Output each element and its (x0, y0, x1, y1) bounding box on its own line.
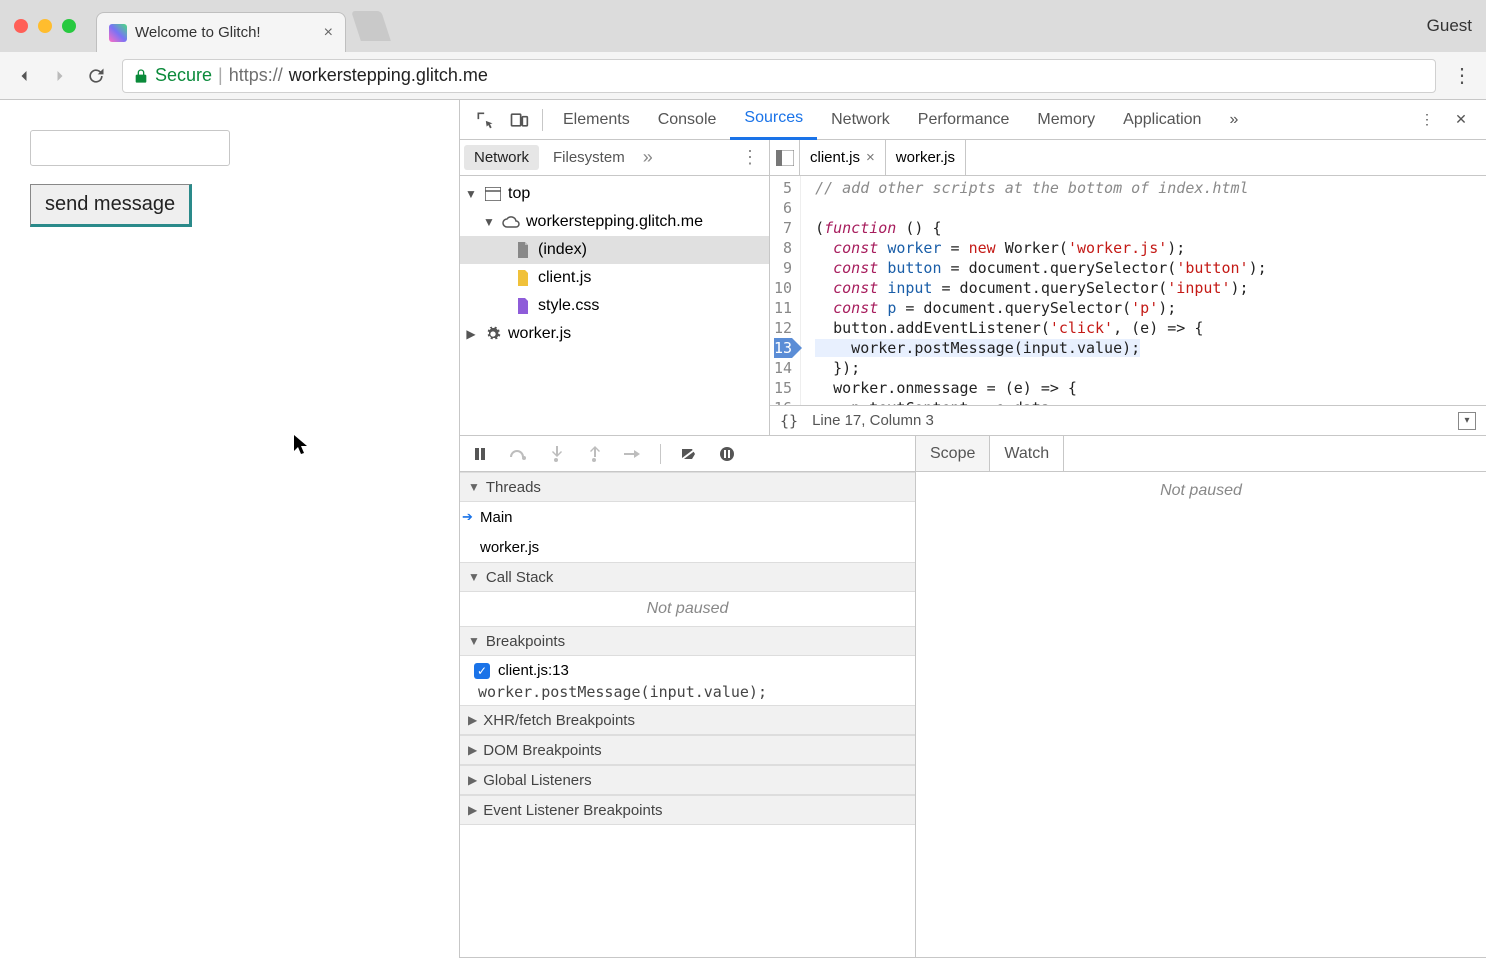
step-button[interactable] (622, 444, 642, 464)
sources-navigator: Network Filesystem » ⋮ ▼ top ▼ workerste… (460, 140, 770, 435)
browser-tab[interactable]: Welcome to Glitch! × (96, 12, 346, 52)
devtools-close-button[interactable]: ✕ (1444, 103, 1478, 137)
url-host: workerstepping.glitch.me (289, 65, 488, 86)
window-controls (0, 19, 90, 33)
maximize-window-button[interactable] (62, 19, 76, 33)
step-over-button[interactable] (508, 444, 528, 464)
favicon-icon (109, 24, 127, 42)
device-toolbar-button[interactable] (502, 103, 536, 137)
navigator-tab-filesystem[interactable]: Filesystem (543, 145, 635, 170)
devtools-panel: Elements Console Sources Network Perform… (460, 100, 1486, 958)
devtools-menu-button[interactable]: ⋮ (1410, 103, 1444, 137)
section-event-listener-breakpoints[interactable]: ▶Event Listener Breakpoints (460, 795, 915, 825)
tabs-overflow-button[interactable]: » (1215, 100, 1252, 140)
section-callstack[interactable]: ▼Call Stack (460, 562, 915, 592)
cursor-icon (294, 435, 310, 455)
source-editor: client.js × worker.js 567891011121314151… (770, 140, 1486, 435)
section-global-listeners[interactable]: ▶Global Listeners (460, 765, 915, 795)
editor-tab-label: worker.js (896, 149, 955, 166)
tab-elements[interactable]: Elements (549, 100, 644, 140)
tab-close-icon[interactable]: × (324, 24, 333, 42)
forward-button[interactable] (50, 66, 70, 86)
close-window-button[interactable] (14, 19, 28, 33)
file-icon (514, 241, 532, 259)
file-label: (index) (538, 241, 587, 259)
breakpoint-label: client.js:13 (498, 662, 569, 679)
scope-tab[interactable]: Scope (916, 436, 990, 471)
breakpoint-code: worker.postMessage(input.value); (474, 679, 907, 701)
gear-icon (484, 325, 502, 343)
tab-console[interactable]: Console (644, 100, 731, 140)
scope-panel: Scope Watch Not paused (916, 436, 1486, 957)
coverage-toggle-button[interactable]: ▾ (1458, 412, 1476, 430)
step-into-button[interactable] (546, 444, 566, 464)
frame-icon (484, 185, 502, 203)
scope-not-paused: Not paused (916, 472, 1486, 957)
send-message-button[interactable]: send message (30, 184, 192, 227)
editor-tab-label: client.js (810, 149, 860, 166)
page-viewport: send message (0, 100, 460, 958)
file-label: client.js (538, 269, 591, 287)
tab-application[interactable]: Application (1109, 100, 1215, 140)
code-area[interactable]: 56789101112131415161718 // add other scr… (770, 176, 1486, 405)
tab-network[interactable]: Network (817, 100, 904, 140)
inspect-element-button[interactable] (468, 103, 502, 137)
navigator-tab-network[interactable]: Network (464, 145, 539, 170)
file-label: style.css (538, 297, 599, 315)
url-protocol: https:// (229, 65, 283, 86)
js-file-icon (514, 269, 532, 287)
navigator-menu-button[interactable]: ⋮ (735, 147, 765, 168)
tab-sources[interactable]: Sources (730, 100, 817, 140)
tree-worker[interactable]: ▶ worker.js (460, 320, 769, 348)
address-bar[interactable]: Secure | https://workerstepping.glitch.m… (122, 59, 1436, 93)
secure-label: Secure (155, 65, 212, 86)
section-threads[interactable]: ▼Threads (460, 472, 915, 502)
devtools-tab-bar: Elements Console Sources Network Perform… (460, 100, 1486, 140)
step-out-button[interactable] (584, 444, 604, 464)
navigator-overflow-button[interactable]: » (639, 147, 657, 168)
thread-main[interactable]: Main (460, 502, 915, 532)
tab-memory[interactable]: Memory (1023, 100, 1109, 140)
back-button[interactable] (14, 66, 34, 86)
lock-icon (133, 68, 149, 84)
pretty-print-button[interactable]: {} (780, 412, 798, 430)
tree-domain[interactable]: ▼ workerstepping.glitch.me (460, 208, 769, 236)
reload-button[interactable] (86, 66, 106, 86)
tree-top[interactable]: ▼ top (460, 180, 769, 208)
toggle-navigator-button[interactable] (770, 140, 800, 175)
breakpoint-item[interactable]: ✓ client.js:13 worker.postMessage(input.v… (460, 656, 915, 705)
message-input[interactable] (30, 130, 230, 166)
editor-tab-workerjs[interactable]: worker.js (886, 140, 966, 175)
tree-worker-label: worker.js (508, 325, 571, 343)
tree-file-clientjs[interactable]: client.js (460, 264, 769, 292)
tree-domain-label: workerstepping.glitch.me (526, 213, 703, 231)
tree-file-index[interactable]: (index) (460, 236, 769, 264)
css-file-icon (514, 297, 532, 315)
address-bar-row: Secure | https://workerstepping.glitch.m… (0, 52, 1486, 100)
pause-on-exceptions-button[interactable] (717, 444, 737, 464)
cursor-position: Line 17, Column 3 (812, 412, 934, 429)
browser-tab-strip: Welcome to Glitch! × Guest (0, 0, 1486, 52)
tree-top-label: top (508, 185, 530, 203)
minimize-window-button[interactable] (38, 19, 52, 33)
section-breakpoints[interactable]: ▼Breakpoints (460, 626, 915, 656)
tab-performance[interactable]: Performance (904, 100, 1024, 140)
callstack-not-paused: Not paused (460, 592, 915, 626)
tree-file-stylecss[interactable]: style.css (460, 292, 769, 320)
editor-tab-clientjs[interactable]: client.js × (800, 140, 886, 175)
checkbox-icon[interactable]: ✓ (474, 663, 490, 679)
watch-tab[interactable]: Watch (990, 436, 1064, 471)
close-icon[interactable]: × (866, 149, 875, 166)
browser-menu-button[interactable]: ⋮ (1452, 63, 1472, 88)
profile-label[interactable]: Guest (1427, 16, 1472, 36)
section-dom-breakpoints[interactable]: ▶DOM Breakpoints (460, 735, 915, 765)
deactivate-breakpoints-button[interactable] (679, 444, 699, 464)
pause-button[interactable] (470, 444, 490, 464)
new-tab-button[interactable] (351, 11, 391, 41)
cloud-icon (502, 213, 520, 231)
tab-title: Welcome to Glitch! (135, 24, 261, 41)
thread-worker[interactable]: worker.js (460, 532, 915, 562)
section-xhr-breakpoints[interactable]: ▶XHR/fetch Breakpoints (460, 705, 915, 735)
debugger-sidebar: ▼Threads Main worker.js ▼Call Stack Not … (460, 436, 916, 957)
